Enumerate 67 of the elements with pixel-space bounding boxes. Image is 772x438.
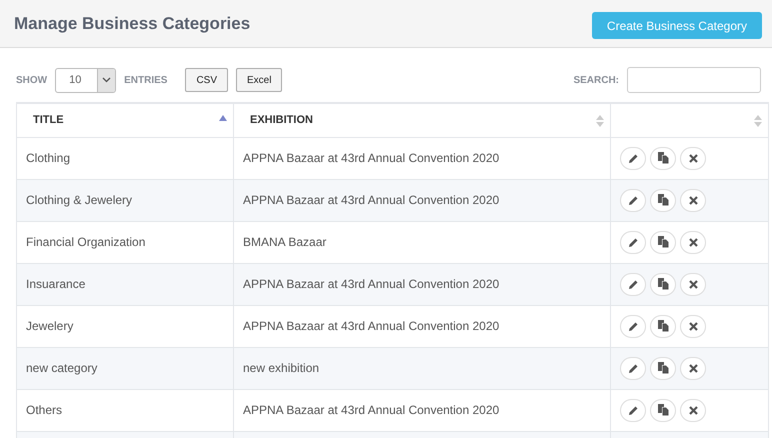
column-header[interactable]: EXHIBITION — [234, 103, 610, 137]
delete-button[interactable] — [680, 398, 706, 422]
copy-button[interactable] — [650, 314, 676, 338]
entries-label: ENTRIES — [124, 74, 168, 86]
copy-button[interactable] — [650, 146, 676, 170]
copy-icon — [658, 278, 668, 290]
page-title: Manage Business Categories — [14, 14, 250, 34]
close-icon — [688, 280, 698, 288]
delete-button[interactable] — [680, 188, 706, 212]
table-cell: APPNA Bazaar at 43rd Annual Convention 2020 — [234, 305, 610, 347]
copy-button[interactable] — [650, 188, 676, 212]
edit-button[interactable] — [620, 356, 646, 380]
edit-button[interactable] — [620, 272, 646, 296]
delete-button[interactable] — [680, 356, 706, 380]
close-icon — [688, 364, 698, 372]
copy-icon — [658, 194, 668, 206]
table-cell: APPNA Bazaar at 43rd Annual Convention 2020 — [234, 137, 610, 179]
delete-button[interactable] — [680, 272, 706, 296]
column-header[interactable]: TITLE — [16, 103, 234, 137]
delete-button[interactable] — [680, 314, 706, 338]
table-cell: Insuarance — [16, 263, 234, 305]
copy-icon — [658, 320, 668, 332]
edit-button[interactable] — [620, 230, 646, 254]
close-icon — [688, 154, 698, 162]
chevron-down-icon — [102, 77, 112, 83]
edit-button[interactable] — [620, 188, 646, 212]
copy-icon — [658, 362, 668, 374]
copy-button[interactable] — [650, 272, 676, 296]
close-icon — [688, 322, 698, 330]
export-button[interactable]: Excel — [236, 68, 282, 92]
table-cell: new category — [16, 347, 234, 389]
pencil-icon — [628, 278, 638, 290]
pencil-icon — [628, 320, 638, 332]
table-cell: Clothing — [16, 137, 234, 179]
delete-button[interactable] — [680, 146, 706, 170]
show-label: SHOW — [16, 74, 48, 86]
pencil-icon — [628, 194, 638, 206]
entries-select[interactable]: 10 — [55, 68, 116, 92]
table-cell: Others — [16, 389, 234, 431]
table-cell: Clothing & Jewelery — [16, 179, 234, 221]
edit-button[interactable] — [620, 146, 646, 170]
table-cell: Jewelery — [16, 305, 234, 347]
close-icon — [688, 406, 698, 414]
copy-button[interactable] — [650, 230, 676, 254]
table-cell: APPNA Bazaar at 43rd Annual Convention 2020 — [234, 389, 610, 431]
table-cell: new exhibition — [234, 347, 610, 389]
edit-button[interactable] — [620, 398, 646, 422]
copy-button[interactable] — [650, 356, 676, 380]
search-field[interactable] — [627, 67, 761, 93]
close-icon — [688, 238, 698, 246]
pencil-icon — [628, 236, 638, 248]
edit-button[interactable] — [620, 314, 646, 338]
export-button[interactable]: CSV — [185, 68, 228, 92]
table-cell: APPNA Bazaar at 43rd Annual Convention 2020 — [234, 179, 610, 221]
copy-icon — [658, 404, 668, 416]
copy-icon — [658, 236, 668, 248]
close-icon — [688, 196, 698, 204]
delete-button[interactable] — [680, 230, 706, 254]
pencil-icon — [628, 152, 638, 164]
table-cell: APPNA Bazaar at 43rd Annual Convention 2020 — [234, 263, 610, 305]
search-label: SEARCH: — [573, 74, 619, 86]
pencil-icon — [628, 362, 638, 374]
table-cell: BMANA Bazaar — [234, 221, 610, 263]
copy-icon — [658, 152, 668, 164]
copy-button[interactable] — [650, 398, 676, 422]
table-cell: Financial Organization — [16, 221, 234, 263]
pencil-icon — [628, 404, 638, 416]
